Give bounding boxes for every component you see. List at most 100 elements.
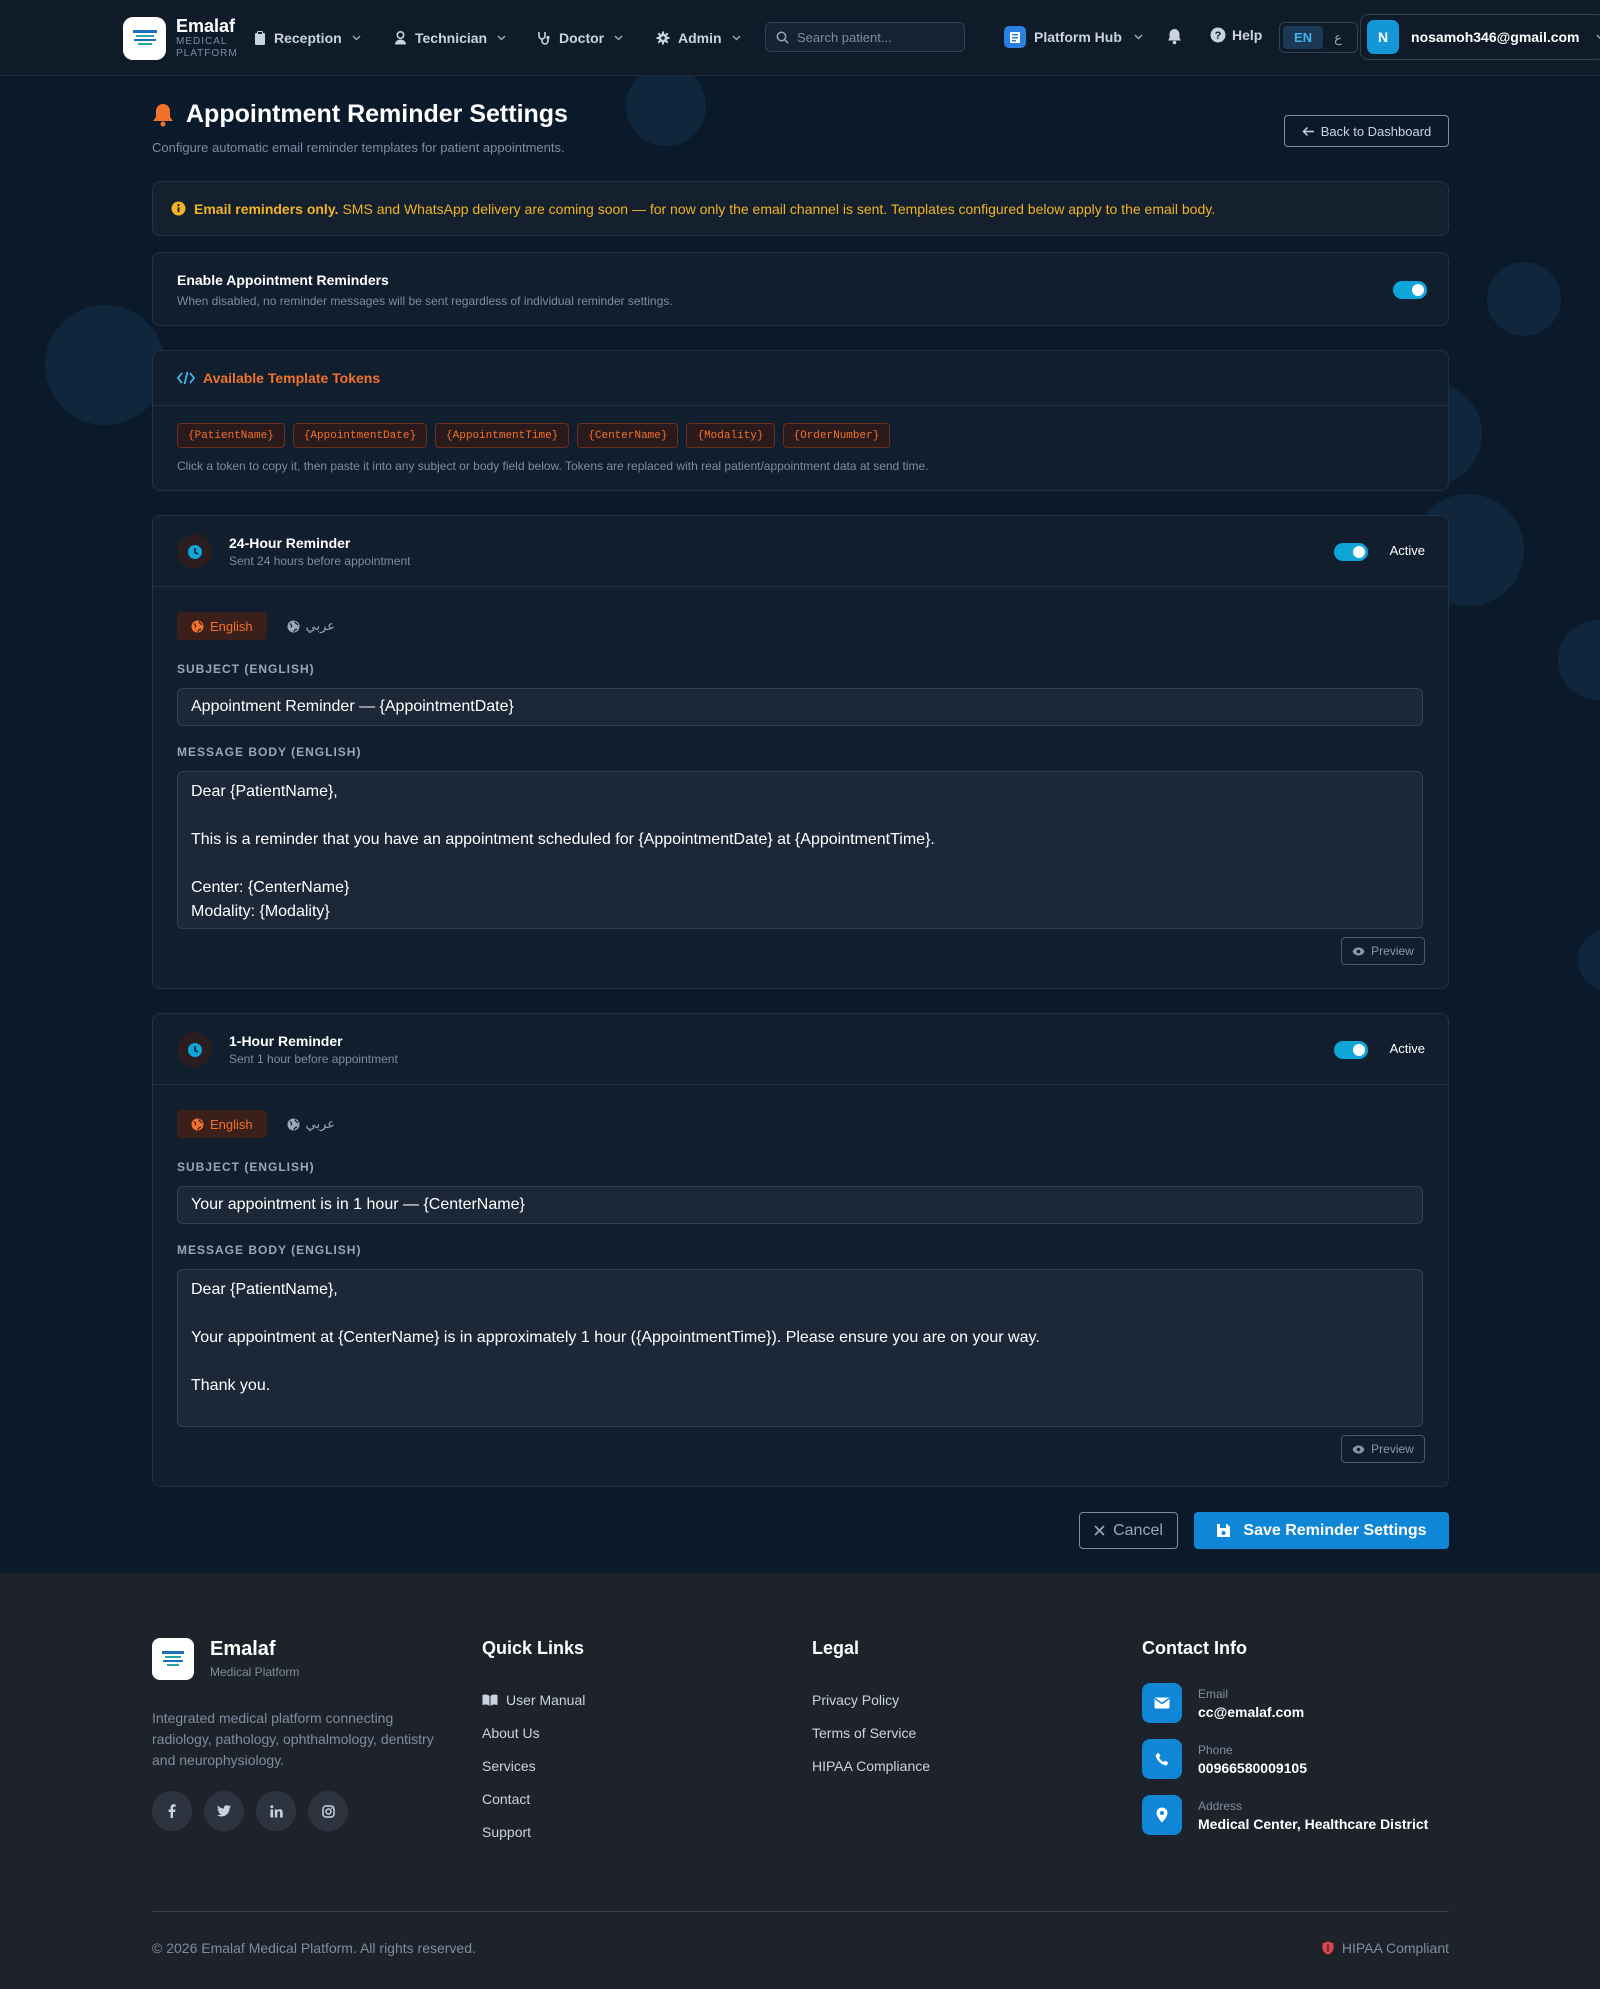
help-button[interactable]: ? Help <box>1210 27 1262 43</box>
footer-divider <box>152 1911 1449 1912</box>
save-label: Save Reminder Settings <box>1243 1521 1427 1539</box>
nav-technician[interactable]: Technician <box>394 26 506 50</box>
tab-arabic[interactable]: عربي <box>273 1110 349 1138</box>
notifications-bell-icon[interactable] <box>1167 28 1182 50</box>
preview-label: Preview <box>1371 944 1414 958</box>
background-bubble <box>626 66 706 146</box>
background-bubble <box>45 305 165 425</box>
nav-reception[interactable]: Reception <box>254 26 361 50</box>
notice-text: SMS and WhatsApp delivery are coming soo… <box>342 200 1216 217</box>
nav-admin[interactable]: Admin <box>656 26 741 50</box>
notice-bold: Email reminders only. <box>194 200 339 217</box>
token-modality[interactable]: {Modality} <box>686 423 775 448</box>
page-title: Appointment Reminder Settings <box>186 100 568 128</box>
reminder-subtitle: Sent 1 hour before appointment <box>229 1052 398 1066</box>
preview-button[interactable]: Preview <box>1341 937 1425 965</box>
back-to-dashboard-button[interactable]: Back to Dashboard <box>1284 115 1449 147</box>
nav-doctor[interactable]: Doctor <box>537 26 623 50</box>
tab-arabic-label: عربي <box>305 1116 336 1131</box>
link-services[interactable]: Services <box>482 1749 585 1782</box>
footer-brand[interactable]: Emalaf Medical Platform <box>152 1638 299 1680</box>
linkedin-icon[interactable] <box>256 1791 296 1831</box>
subject-input[interactable] <box>177 688 1423 726</box>
contact-phone-label: Phone <box>1198 1742 1233 1757</box>
user-menu[interactable]: N nosamoh346@gmail.com <box>1360 14 1600 60</box>
token-patient-name[interactable]: {PatientName} <box>177 423 285 448</box>
tab-english[interactable]: English <box>177 612 267 640</box>
bell-icon <box>153 103 173 126</box>
tab-english[interactable]: English <box>177 1110 267 1138</box>
hub-icon <box>1004 26 1026 48</box>
reminder-title: 1-Hour Reminder <box>229 1033 343 1049</box>
contact-address: Address Medical Center, Healthcare Distr… <box>1142 1795 1428 1835</box>
footer-description: Integrated medical platform connecting r… <box>152 1710 434 1768</box>
facebook-icon[interactable] <box>152 1791 192 1831</box>
template-tokens-card: Available Template Tokens {PatientName} … <box>152 350 1449 491</box>
lang-ar-button[interactable]: ع <box>1323 30 1353 46</box>
reminder-active-toggle[interactable] <box>1334 543 1368 561</box>
tab-arabic[interactable]: عربي <box>273 612 349 640</box>
hipaa-badge: HIPAA Compliant <box>1322 1940 1449 1956</box>
platform-hub-menu[interactable]: Platform Hub <box>1004 26 1143 48</box>
token-appointment-date[interactable]: {AppointmentDate} <box>292 423 428 448</box>
enable-reminders-toggle[interactable] <box>1393 281 1427 299</box>
message-body-textarea[interactable]: Dear {PatientName}, Your appointment at … <box>177 1269 1423 1427</box>
platform-hub-label: Platform Hub <box>1034 29 1122 45</box>
background-bubble <box>1487 262 1561 336</box>
contact-phone-value[interactable]: 00966580009105 <box>1198 1760 1307 1776</box>
link-hipaa-compliance[interactable]: HIPAA Compliance <box>812 1749 930 1782</box>
token-list: {PatientName} {AppointmentDate} {Appoint… <box>177 423 898 448</box>
contact-email-label: Email <box>1198 1686 1229 1701</box>
token-center-name[interactable]: {CenterName} <box>577 423 679 448</box>
brand-subtitle: MEDICAL <box>176 36 228 47</box>
eye-icon <box>1352 947 1365 955</box>
link-support[interactable]: Support <box>482 1815 585 1848</box>
message-body-label: MESSAGE BODY (ENGLISH) <box>177 1243 362 1257</box>
subject-input[interactable] <box>177 1186 1423 1224</box>
eye-icon <box>1352 1445 1365 1453</box>
search-input[interactable] <box>797 29 957 45</box>
search-icon <box>776 31 789 44</box>
link-privacy-policy[interactable]: Privacy Policy <box>812 1683 930 1716</box>
reminder-active-toggle[interactable] <box>1334 1041 1368 1059</box>
nav-technician-label: Technician <box>415 30 488 46</box>
token-order-number[interactable]: {OrderNumber} <box>782 423 891 448</box>
brand[interactable]: Emalaf MEDICAL PLATFORM <box>123 16 238 60</box>
globe-icon <box>287 1118 300 1130</box>
info-icon <box>171 201 186 216</box>
link-contact[interactable]: Contact <box>482 1782 585 1815</box>
reminder-header: 1-Hour Reminder Sent 1 hour before appoi… <box>153 1014 1448 1085</box>
tab-english-label: English <box>210 1116 253 1132</box>
save-reminder-settings-button[interactable]: Save Reminder Settings <box>1194 1512 1449 1549</box>
globe-icon <box>191 1118 204 1130</box>
back-to-dashboard-label: Back to Dashboard <box>1320 123 1432 139</box>
clock-icon <box>177 1032 212 1067</box>
user-email: nosamoh346@gmail.com <box>1411 29 1580 45</box>
reminder-status: Active <box>1389 1041 1425 1056</box>
link-user-manual[interactable]: User Manual <box>482 1683 585 1716</box>
reminder-title: 24-Hour Reminder <box>229 535 351 551</box>
message-body-textarea[interactable]: Dear {PatientName}, This is a reminder t… <box>177 771 1423 929</box>
token-appointment-time[interactable]: {AppointmentTime} <box>435 423 570 448</box>
enable-reminders-title: Enable Appointment Reminders <box>177 272 389 288</box>
link-terms-of-service[interactable]: Terms of Service <box>812 1716 930 1749</box>
preview-label: Preview <box>1371 1442 1414 1456</box>
contact-email-value[interactable]: cc@emalaf.com <box>1198 1704 1304 1720</box>
reminder-card-24h: 24-Hour Reminder Sent 24 hours before ap… <box>152 515 1449 989</box>
link-about-us[interactable]: About Us <box>482 1716 585 1749</box>
phone-icon <box>1142 1739 1182 1779</box>
lang-en-button[interactable]: EN <box>1283 26 1323 49</box>
message-body-label: MESSAGE BODY (ENGLISH) <box>177 745 362 759</box>
user-icon <box>395 31 406 45</box>
copyright: © 2026 Emalaf Medical Platform. All righ… <box>152 1940 476 1956</box>
preview-button[interactable]: Preview <box>1341 1435 1425 1463</box>
reminder-status: Active <box>1389 543 1425 558</box>
cancel-button[interactable]: Cancel <box>1079 1512 1178 1549</box>
patient-search[interactable] <box>765 22 965 52</box>
twitter-icon[interactable] <box>204 1791 244 1831</box>
globe-icon <box>287 620 300 632</box>
chevron-down-icon <box>1134 34 1143 40</box>
instagram-icon[interactable] <box>308 1791 348 1831</box>
chevron-down-icon <box>614 35 623 41</box>
page-header: Appointment Reminder Settings <box>152 100 568 129</box>
